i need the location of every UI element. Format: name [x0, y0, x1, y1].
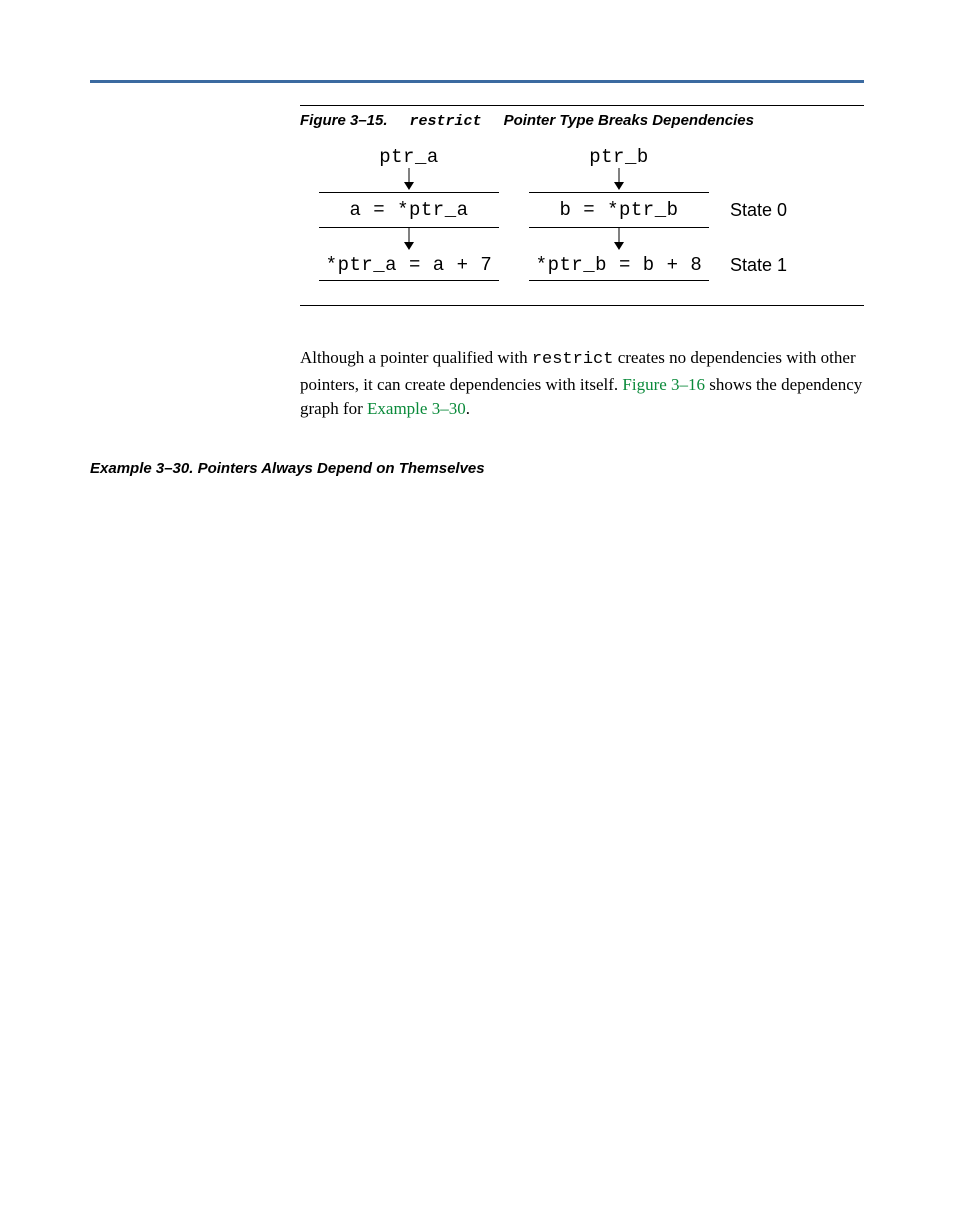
para-text-1: Although a pointer qualified with — [300, 348, 532, 367]
diagram-ptr-b-label: ptr_b — [514, 146, 724, 168]
arrow-down-icon — [514, 228, 724, 252]
page-content: Figure 3–15. restrict Pointer Type Break… — [90, 105, 864, 477]
diagram-arrow-row-2 — [304, 228, 864, 252]
para-keyword: restrict — [532, 350, 614, 369]
dependency-diagram: ptr_a ptr_b a = *ptr_a b = *ptr_b State … — [300, 140, 864, 295]
figure-block: Figure 3–15. restrict Pointer Type Break… — [300, 105, 864, 306]
diagram-assign-a: a = *ptr_a — [304, 199, 514, 221]
arrow-down-icon — [304, 228, 514, 252]
diagram-state-1: State 1 — [724, 255, 814, 276]
para-link-figure[interactable]: Figure 3–16 — [622, 375, 705, 394]
diagram-arrow-row-1 — [304, 168, 864, 192]
diagram-ptr-a-label: ptr_a — [304, 146, 514, 168]
figure-number: Figure 3–15. — [300, 112, 388, 129]
figure-title: Pointer Type Breaks Dependencies — [504, 112, 754, 129]
diagram-rule-row-3 — [304, 280, 864, 281]
example-heading: Example 3–30. Pointers Always Depend on … — [90, 460, 864, 477]
figure-keyword: restrict — [410, 113, 482, 130]
diagram-assign-b: b = *ptr_b — [514, 199, 724, 221]
diagram-store-a: *ptr_a = a + 7 — [304, 254, 514, 276]
arrow-down-icon — [514, 168, 724, 192]
diagram-rule — [529, 192, 709, 193]
para-link-example[interactable]: Example 3–30 — [367, 399, 466, 418]
diagram-row-mid: a = *ptr_a b = *ptr_b State 0 — [304, 193, 864, 227]
diagram-row-top: ptr_a ptr_b — [304, 146, 864, 168]
body-paragraph: Although a pointer qualified with restri… — [300, 346, 864, 422]
page-top-rule — [90, 80, 864, 83]
para-text-4: . — [466, 399, 470, 418]
diagram-rule — [319, 192, 499, 193]
diagram-store-b: *ptr_b = b + 8 — [514, 254, 724, 276]
arrow-down-icon — [304, 168, 514, 192]
diagram-row-bot: *ptr_a = a + 7 *ptr_b = b + 8 State 1 — [304, 252, 864, 276]
diagram-rule — [319, 280, 499, 281]
diagram-state-0: State 0 — [724, 200, 814, 221]
figure-caption: Figure 3–15. restrict Pointer Type Break… — [300, 105, 864, 140]
figure-bottom-rule — [300, 305, 864, 306]
diagram-rule — [529, 280, 709, 281]
